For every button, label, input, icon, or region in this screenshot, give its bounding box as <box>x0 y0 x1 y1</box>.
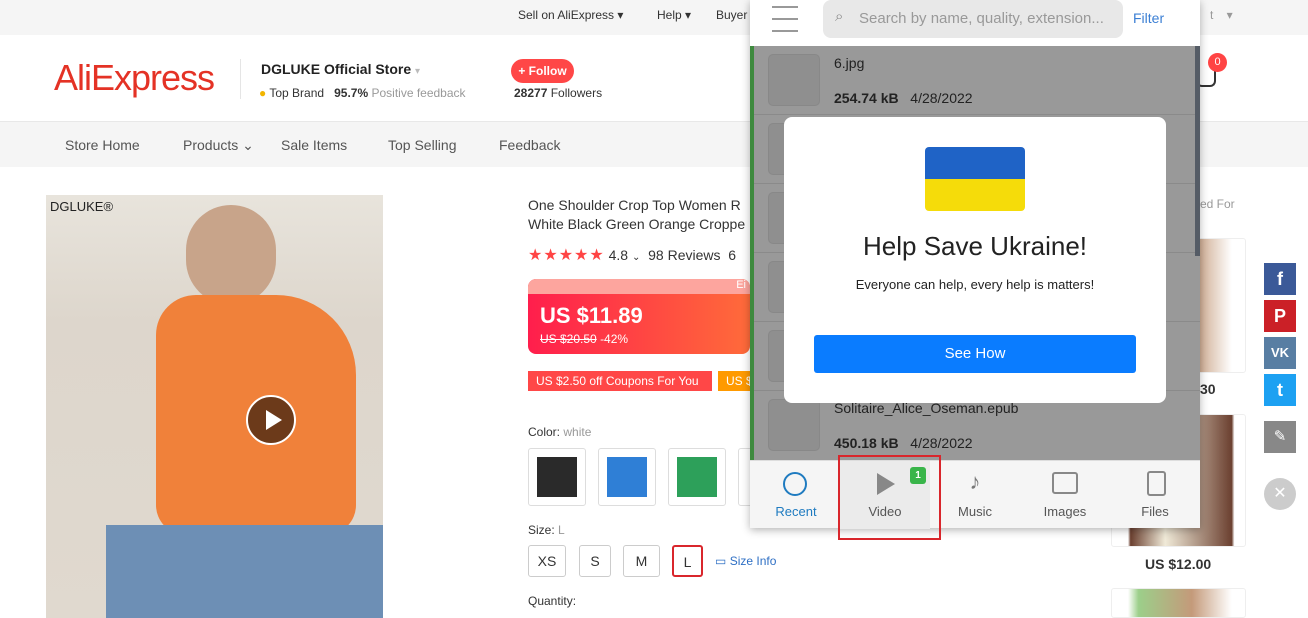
cart-count-badge: 0 <box>1208 53 1227 72</box>
product-title: One Shoulder Crop Top Women R White Black… <box>528 197 746 232</box>
aliexpress-logo[interactable]: AliExpress <box>54 57 215 99</box>
filter-button[interactable]: Filter <box>1133 10 1164 26</box>
help-link[interactable]: Help ▾ <box>657 8 691 22</box>
color-swatch-blue[interactable] <box>598 448 656 506</box>
file-meta: 450.18 kB 4/28/2022 <box>834 435 973 451</box>
ruler-icon: ▭ <box>715 554 727 568</box>
swatch-image <box>607 457 647 497</box>
video-tab-highlight <box>838 455 941 540</box>
photo-brand: DGLUKE® <box>50 199 114 214</box>
product-image[interactable]: DGLUKE® <box>46 195 383 618</box>
account-link-partial[interactable]: t ▾ <box>1210 8 1233 22</box>
price-banner: Ei US $11.89 US $20.50 -42% <box>528 279 750 354</box>
book-icon <box>768 399 820 451</box>
coupon-tag[interactable]: US $2.50 off Coupons For You <box>528 371 712 391</box>
clock-icon <box>783 472 807 496</box>
tab-music[interactable]: ♪ Music <box>930 461 1020 529</box>
size-label: Size: L <box>528 523 565 537</box>
medal-icon: ● <box>259 86 267 100</box>
file-icon <box>1147 471 1166 496</box>
recommended-price-2: US $12.00 <box>1145 556 1212 572</box>
size-xs[interactable]: XS <box>528 545 566 577</box>
pinterest-share-icon[interactable]: P <box>1264 300 1296 332</box>
search-icon: ⌕ <box>835 8 844 25</box>
model-jeans <box>106 525 383 618</box>
recommended-item-3[interactable] <box>1111 588 1246 618</box>
color-swatch-green[interactable] <box>668 448 726 506</box>
tab-recent[interactable]: Recent <box>751 461 841 529</box>
tab-images[interactable]: Images <box>1020 461 1110 529</box>
vk-share-icon[interactable]: VK <box>1264 337 1296 369</box>
size-s[interactable]: S <box>579 545 611 577</box>
play-video-button[interactable] <box>246 395 296 445</box>
old-price: US $20.50 -42% <box>540 332 629 346</box>
recommended-price-1: 30 <box>1200 381 1216 397</box>
coupon-tag-2[interactable]: US $ <box>718 371 750 391</box>
size-m[interactable]: M <box>623 545 660 577</box>
hamburger-menu-icon[interactable] <box>772 6 798 32</box>
store-rating: ● Top Brand 95.7% Positive feedback <box>259 86 466 100</box>
modal-subtitle: Everyone can help, every help is matters… <box>855 277 1095 292</box>
file-name: 6.jpg <box>834 55 865 71</box>
sell-link[interactable]: Sell on AliExpress ▾ <box>518 8 623 22</box>
color-label: Color: white <box>528 425 592 439</box>
star-rating-icon: ★★★★★ <box>528 247 605 264</box>
ukraine-flag-icon <box>925 147 1025 211</box>
image-icon <box>1052 472 1078 494</box>
broken-image-icon <box>768 54 820 106</box>
nav-store-home[interactable]: Store Home <box>65 137 140 153</box>
buyer-link[interactable]: Buyer <box>716 8 747 22</box>
nav-products[interactable]: Products ⌄ <box>183 137 254 154</box>
facebook-share-icon[interactable]: f <box>1264 263 1296 295</box>
divider <box>240 59 241 99</box>
follow-button[interactable]: + Follow <box>511 59 574 83</box>
file-meta: 254.74 kB 4/28/2022 <box>834 90 973 106</box>
tab-files[interactable]: Files <box>1110 461 1200 529</box>
size-info-link[interactable]: ▭ Size Info <box>715 554 776 568</box>
nav-sale-items[interactable]: Sale Items <box>281 137 347 153</box>
file-row[interactable]: 6.jpg 254.74 kB 4/28/2022 <box>754 46 1200 115</box>
reviews-link[interactable]: 98 Reviews <box>648 247 720 263</box>
rating-row: ★★★★★ 4.8 ⌄ 98 Reviews 6 <box>528 247 737 264</box>
search-input[interactable]: ⌕ Search by name, quality, extension... <box>823 0 1123 38</box>
model-head <box>186 205 276 305</box>
close-share-icon[interactable]: ✕ <box>1264 478 1296 510</box>
size-l-selected[interactable]: L <box>672 545 703 577</box>
swatch-image <box>537 457 577 497</box>
nav-feedback[interactable]: Feedback <box>499 137 560 153</box>
color-swatch-black[interactable] <box>528 448 586 506</box>
panel-toolbar: ⌕ Search by name, quality, extension... F… <box>750 0 1200 46</box>
current-price: US $11.89 <box>540 303 643 328</box>
ukraine-modal: Help Save Ukraine! Everyone can help, ev… <box>784 117 1166 403</box>
twitter-share-icon[interactable]: t <box>1264 374 1296 406</box>
category-tabs: Recent 1 Video ♪ Music Images Files <box>750 460 1200 529</box>
store-name[interactable]: DGLUKE Official Store ▾ <box>261 61 420 77</box>
recommend-title-partial: ed For <box>1200 197 1235 211</box>
music-note-icon: ♪ <box>969 469 981 494</box>
swatch-image <box>677 457 717 497</box>
edit-pencil-icon[interactable]: ✎ <box>1264 421 1296 453</box>
followers: 28277 Followers <box>514 86 603 100</box>
see-how-button[interactable]: See How <box>814 335 1136 373</box>
quantity-label: Quantity: <box>528 594 577 608</box>
scrollbar[interactable] <box>1195 46 1200 256</box>
modal-title: Help Save Ukraine! <box>863 231 1087 261</box>
nav-top-selling[interactable]: Top Selling <box>388 137 457 153</box>
